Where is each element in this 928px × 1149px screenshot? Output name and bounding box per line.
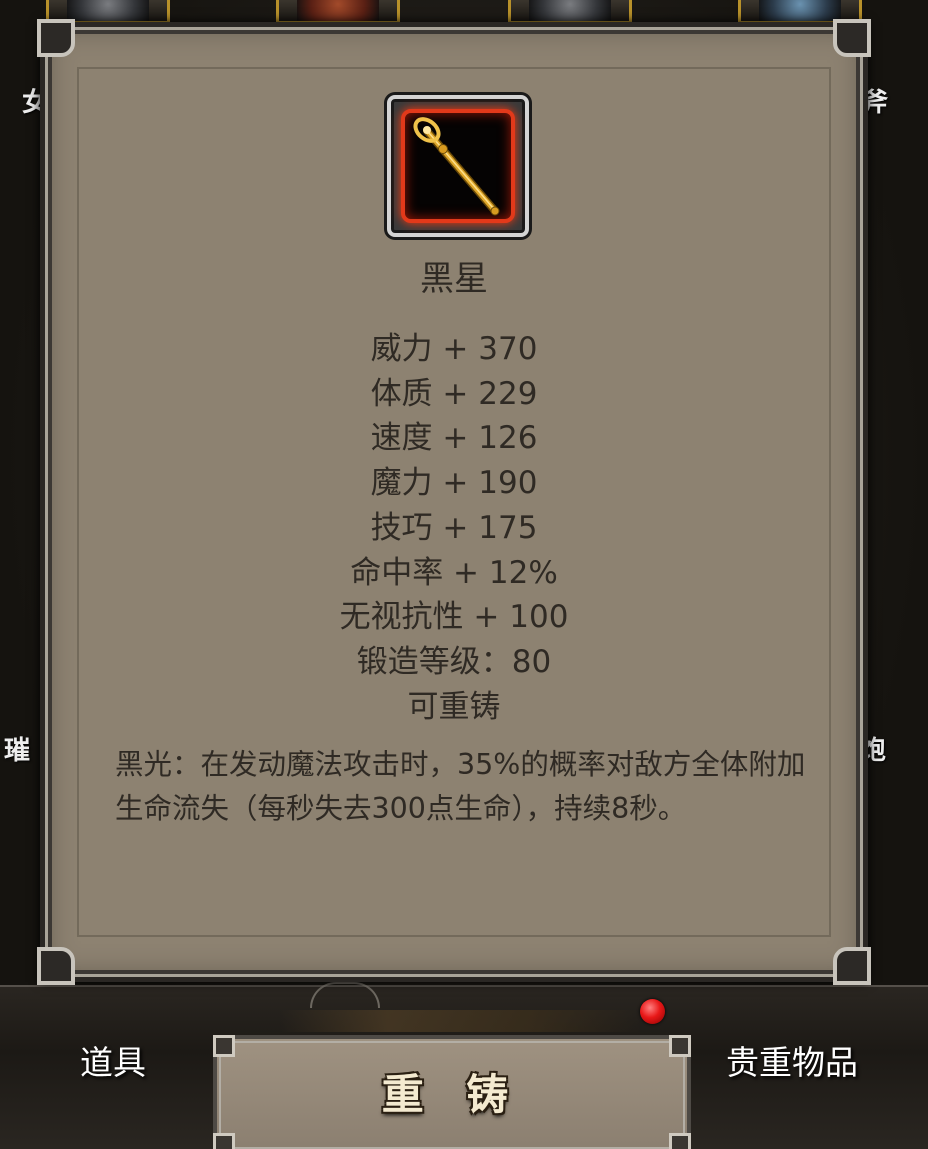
panel-corner (37, 947, 75, 985)
reforge-button-label: 重 铸 (381, 1069, 523, 1119)
item-icon-frame (387, 95, 529, 237)
panel-corner (833, 947, 871, 985)
button-corner (213, 1133, 235, 1149)
stat-speed: 速度 + 126 (370, 420, 538, 457)
stat-ignore-resistance: 无视抗性 + 100 (339, 599, 569, 636)
stat-hit-rate: 命中率 + 12% (350, 554, 558, 591)
item-stats-list: 威力 + 370 体质 + 229 速度 + 126 魔力 + 190 技巧 +… (45, 327, 863, 729)
item-tooltip-panel: 黑星 威力 + 370 体质 + 229 速度 + 126 魔力 + 190 技… (37, 19, 871, 985)
item-name: 黑星 (420, 259, 488, 299)
button-corner (213, 1035, 235, 1057)
stat-forge-level: 锻造等级：80 (356, 643, 552, 680)
stat-magic: 魔力 + 190 (370, 465, 538, 502)
armor-gauntlet-icon (67, 0, 149, 21)
button-corner (669, 1035, 691, 1057)
silver-beast-icon (529, 0, 611, 21)
dragon-helm-icon (297, 0, 379, 21)
reforge-button[interactable]: 重 铸 (213, 1035, 691, 1149)
stat-constitution: 体质 + 229 (370, 375, 538, 412)
side-label-left-mid: 璀 (4, 736, 31, 766)
panel-corner (37, 19, 75, 57)
bottom-strip-decoration (280, 1010, 640, 1032)
stat-power: 威力 + 370 (370, 331, 538, 367)
golden-scepter-icon (401, 109, 515, 223)
item-skill-description: 黑光：在发动魔法攻击时，35%的概率对敌方全体附加生命流失（每秒失去300点生命… (115, 748, 806, 825)
stat-skill: 技巧 + 175 (370, 509, 538, 546)
blue-dragon-icon (759, 0, 841, 21)
equipment-slot[interactable] (276, 0, 400, 24)
tab-items[interactable]: 道具 (80, 1036, 146, 1084)
tab-valuables[interactable]: 贵重物品 (726, 1036, 858, 1084)
equipment-slot[interactable] (508, 0, 632, 24)
button-corner (669, 1133, 691, 1149)
stat-reforgeable: 可重铸 (407, 688, 501, 725)
panel-corner (833, 19, 871, 57)
notification-badge-icon (640, 999, 665, 1024)
